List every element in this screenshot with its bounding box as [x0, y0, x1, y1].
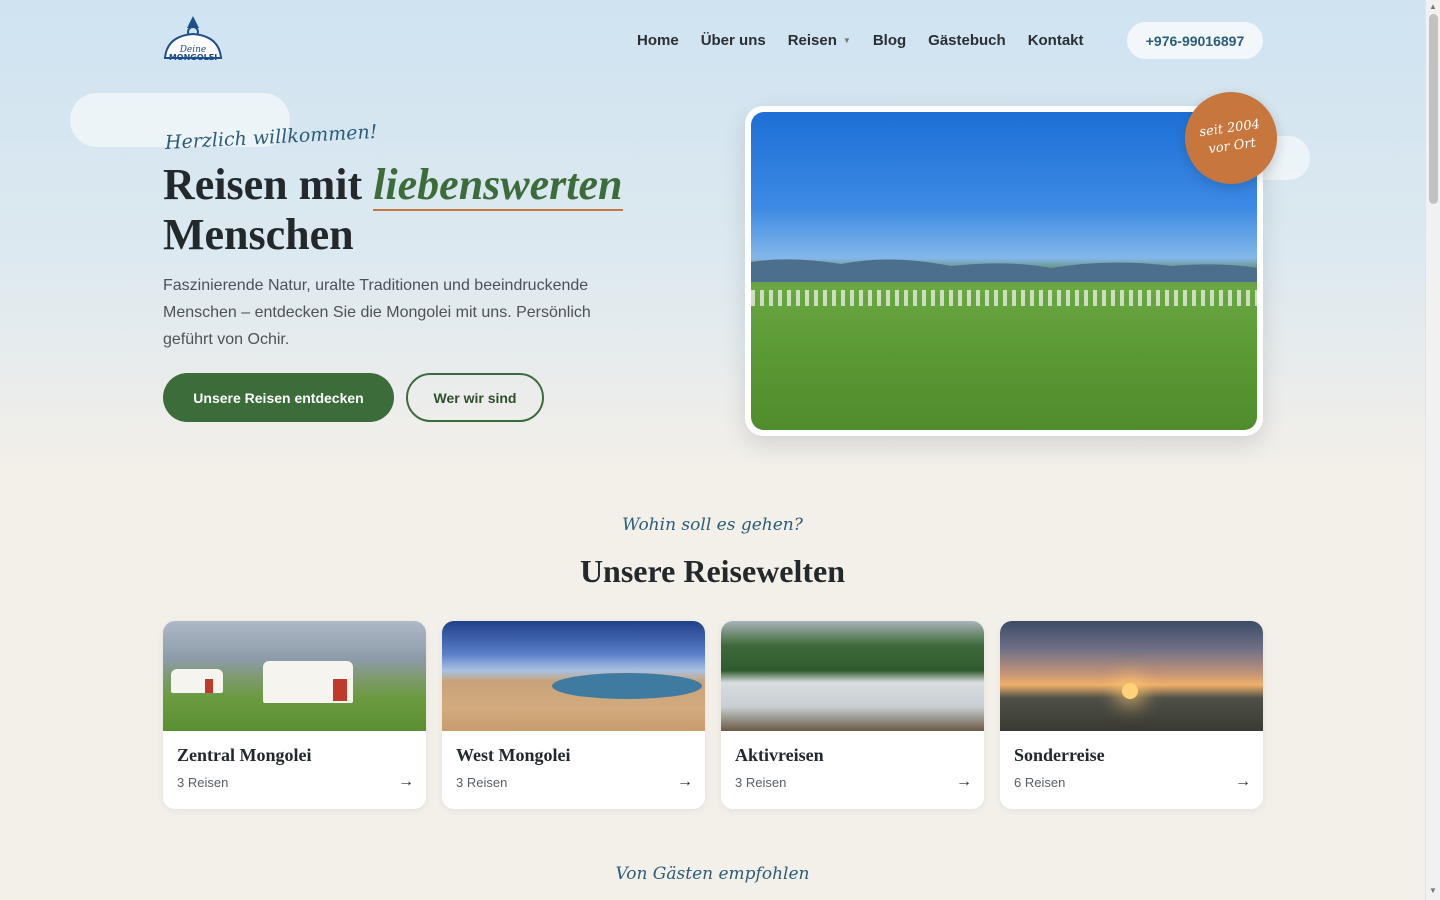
hero-image-steppe: [751, 112, 1257, 430]
nav-label: Reisen: [787, 31, 837, 49]
yurt: [171, 669, 223, 693]
site-logo[interactable]: Deine MONGOLEI: [163, 14, 223, 66]
chevron-down-icon: ▼: [842, 35, 851, 45]
nav-label: Über uns: [700, 31, 766, 49]
card-sonderreise[interactable]: Sonderreise 6 Reisen →: [1000, 621, 1263, 809]
nav-home[interactable]: Home: [637, 32, 679, 49]
arrow-right-icon: →: [398, 773, 414, 790]
sheep-herd: [751, 290, 1257, 306]
main-nav: Home Über uns Reisen ▼ Blog Gästebuch Kon…: [637, 22, 1106, 58]
card-count: 3 Reisen: [456, 775, 508, 790]
nav-label: Home: [637, 31, 679, 49]
card-image: [442, 621, 705, 731]
hero-title-part1: Reisen mit: [163, 160, 374, 209]
sun-decoration: [1122, 683, 1138, 699]
card-image: [163, 621, 426, 731]
scroll-down-icon[interactable]: ▼: [1429, 886, 1437, 895]
card-west-mongolei[interactable]: West Mongolei 3 Reisen →: [442, 621, 705, 809]
section-kicker: Wohin soll es gehen?: [622, 515, 803, 535]
card-image: [1000, 621, 1263, 731]
nav-blog[interactable]: Blog: [873, 32, 906, 49]
page-scrollbar[interactable]: ▲ ▼: [1425, 0, 1440, 900]
card-title: Zentral Mongolei: [177, 745, 312, 765]
card-title: West Mongolei: [456, 745, 571, 765]
yurt-door: [333, 679, 347, 701]
card-title: Sonderreise: [1014, 745, 1105, 765]
card-count: 3 Reisen: [735, 775, 787, 790]
nav-label: Gästebuch: [928, 31, 1006, 49]
lake-decoration: [552, 673, 702, 699]
nav-kontakt[interactable]: Kontakt: [1028, 32, 1084, 49]
phone-button[interactable]: +976-99016897: [1127, 22, 1263, 59]
arrow-right-icon: →: [1235, 773, 1251, 790]
about-us-button[interactable]: Wer wir sind: [406, 373, 544, 422]
nav-gaestebuch[interactable]: Gästebuch: [928, 32, 1006, 49]
hero-title: Reisen mit liebenswerten Menschen: [163, 160, 703, 260]
nav-label: Kontakt: [1027, 31, 1084, 49]
card-count: 3 Reisen: [177, 775, 229, 790]
nav-reisen[interactable]: Reisen ▼: [788, 32, 851, 49]
arrow-right-icon: →: [956, 773, 972, 790]
hero-title-accent: liebenswerten: [373, 160, 623, 211]
hero-title-part2: Menschen: [163, 210, 354, 259]
discover-trips-button[interactable]: Unsere Reisen entdecken: [163, 373, 394, 422]
testimonials-kicker: Von Gästen empfohlen: [615, 864, 810, 884]
card-image: [721, 621, 984, 731]
nav-label: Blog: [872, 31, 907, 49]
yurt-door: [205, 679, 213, 693]
destination-cards: Zentral Mongolei 3 Reisen → West Mongole…: [163, 621, 1263, 809]
card-count: 6 Reisen: [1014, 775, 1066, 790]
svg-text:MONGOLEI: MONGOLEI: [169, 53, 217, 62]
section-title: Unsere Reisewelten: [579, 553, 846, 589]
arrow-right-icon: →: [677, 773, 693, 790]
nav-ueber-uns[interactable]: Über uns: [701, 32, 766, 49]
hero-image-frame: [745, 106, 1263, 436]
scrollbar-thumb[interactable]: [1429, 14, 1438, 204]
card-zentral-mongolei[interactable]: Zentral Mongolei 3 Reisen →: [163, 621, 426, 809]
hero-lead: Faszinierende Natur, uralte Traditionen …: [163, 277, 591, 348]
card-aktivreisen[interactable]: Aktivreisen 3 Reisen →: [721, 621, 984, 809]
card-title: Aktivreisen: [735, 745, 824, 765]
scroll-up-icon[interactable]: ▲: [1429, 2, 1437, 11]
